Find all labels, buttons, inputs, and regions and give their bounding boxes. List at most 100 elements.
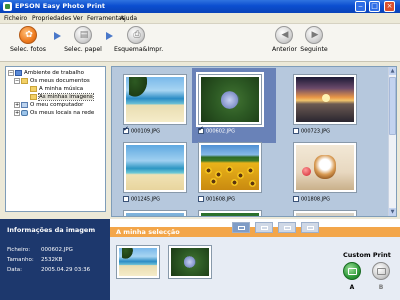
thumbnail-item[interactable]: 001808.JPG <box>293 142 373 210</box>
folder-icon <box>30 93 37 100</box>
custom-print-a-button[interactable] <box>343 262 361 280</box>
menu-ver[interactable]: Ver <box>73 15 83 22</box>
info-label: Ficheiro: <box>7 247 31 253</box>
view-list-icon[interactable] <box>255 222 273 233</box>
scroll-up-icon[interactable]: ▲ <box>389 67 396 75</box>
photo-partial <box>296 213 354 216</box>
close-button[interactable]: × <box>384 1 395 12</box>
thumbnail-frame[interactable] <box>293 142 357 193</box>
menu-ajuda[interactable]: Ajuda <box>120 15 137 22</box>
thumbnail-item[interactable] <box>123 210 203 216</box>
thumbnail-caption: 001808.JPG <box>293 196 330 204</box>
tree-item-desktop[interactable]: − Ambiente de trabalho <box>8 69 84 77</box>
selected-photos-area[interactable] <box>110 237 335 300</box>
collapse-icon[interactable]: − <box>14 77 20 84</box>
minimize-button[interactable]: ‒ <box>355 1 366 12</box>
tree-item-label: As minhas imagens <box>38 93 94 101</box>
custom-print-b-button[interactable] <box>372 262 390 280</box>
tree-item-label: Os meus locais na rede <box>30 110 95 116</box>
menu-propriedades[interactable]: Propriedades <box>32 15 71 22</box>
info-row-file: Ficheiro: 000602.JPG <box>7 247 73 253</box>
thumbnail-grid[interactable]: 000109.JPG 000602.JPG 000723.JPG 001245.… <box>111 66 397 217</box>
printer-icon <box>348 268 357 275</box>
thumbnail-frame[interactable] <box>293 74 357 125</box>
window-title: EPSON Easy Photo Print <box>15 2 106 10</box>
custom-print-a-label: A <box>349 284 355 291</box>
info-value: 2005.04.29 03:36 <box>41 267 91 273</box>
tree-item-my-computer[interactable]: + O meu computador <box>14 101 83 109</box>
thumbnail-item[interactable]: 001245.JPG <box>123 142 203 210</box>
vertical-scrollbar[interactable]: ▲ ▼ <box>388 67 396 216</box>
view-filmstrip-icon[interactable] <box>278 222 296 233</box>
thumbnail-item[interactable]: 000109.JPG <box>123 74 203 142</box>
thumbnail-item[interactable] <box>198 210 278 216</box>
thumbnail-frame[interactable] <box>198 142 262 193</box>
step-layout-print-label: Esquema&Impr. <box>114 46 164 53</box>
view-zoom-icon[interactable] <box>301 222 319 233</box>
thumbnail-frame[interactable] <box>123 74 187 125</box>
checkbox[interactable] <box>293 196 299 202</box>
collapse-icon[interactable]: − <box>8 69 14 76</box>
tree-item-label: Ambiente de trabalho <box>24 70 84 76</box>
expand-icon[interactable]: + <box>14 109 20 116</box>
tree-item-label: A minha música <box>39 86 84 92</box>
thumbnail-frame[interactable] <box>198 210 262 216</box>
thumbnail-caption: 001608.JPG <box>198 196 235 204</box>
thumbnail-frame[interactable] <box>293 210 357 216</box>
thumbnail-filename: 000109.JPG <box>131 128 161 135</box>
tree-item-label: Os meus documentos <box>30 78 90 84</box>
desktop-icon <box>15 69 22 76</box>
info-value: 2532KB <box>41 257 63 263</box>
thumbnail-item[interactable] <box>293 210 373 216</box>
previous-label: Anterior <box>272 46 297 53</box>
folder-icon <box>30 85 37 92</box>
photo-dog <box>296 145 354 190</box>
info-value: 000602.JPG <box>41 247 73 253</box>
step-select-photos-button[interactable]: ✿ Selec. fotos <box>8 26 48 53</box>
selected-photo-item[interactable] <box>168 245 212 279</box>
scroll-thumb[interactable] <box>389 77 396 135</box>
image-info-title: Informações da imagem <box>7 226 96 234</box>
tree-item-my-pictures[interactable]: As minhas imagens <box>30 93 94 101</box>
custom-print-title: Custom Print <box>343 251 391 259</box>
photo-sunset <box>296 77 354 122</box>
previous-button[interactable]: ◀ Anterior <box>272 26 297 53</box>
custom-print-panel: Custom Print A B <box>335 237 400 300</box>
thumbnail-filename: 000723.JPG <box>301 128 331 135</box>
menu-bar: Ficheiro Propriedades Ver Ferramentas Aj… <box>0 13 400 24</box>
menu-ficheiro[interactable]: Ficheiro <box>4 15 27 22</box>
thumbnail-item-selected[interactable]: 000602.JPG <box>192 68 278 143</box>
tree-item-my-documents[interactable]: − Os meus documentos <box>14 77 90 85</box>
checkbox[interactable] <box>123 196 129 202</box>
my-selection-panel: A minha selecção Custom Print A B <box>110 219 400 300</box>
thumbnail-item[interactable]: 000723.JPG <box>293 74 373 142</box>
title-bar[interactable]: EPSON Easy Photo Print ‒ □ × <box>0 0 400 13</box>
step-select-paper-button[interactable]: ▤ Selec. papel <box>64 26 102 53</box>
print-icon: ⎙ <box>127 26 145 44</box>
thumbnail-frame[interactable] <box>196 72 264 127</box>
tree-item-my-music[interactable]: A minha música <box>30 85 83 93</box>
maximize-button[interactable]: □ <box>369 1 380 12</box>
app-window: EPSON Easy Photo Print ‒ □ × Ficheiro Pr… <box>0 0 400 300</box>
step-layout-print-button[interactable]: ⎙ Esquema&Impr. <box>114 26 164 53</box>
selected-photo-item[interactable] <box>116 245 160 279</box>
arrow-left-icon: ◀ <box>275 26 293 44</box>
checkbox[interactable] <box>198 196 204 202</box>
expand-icon[interactable]: + <box>14 101 20 108</box>
photo-partial <box>126 213 184 216</box>
photo-flower <box>201 77 259 122</box>
thumbnail-item[interactable]: 001608.JPG <box>198 142 278 210</box>
scroll-down-icon[interactable]: ▼ <box>389 208 396 216</box>
thumbnail-frame[interactable] <box>123 210 187 216</box>
checkbox[interactable] <box>123 126 129 134</box>
next-button[interactable]: ▶ Seguinte <box>300 26 328 53</box>
thumbnail-filename: 000602.JPG <box>206 128 236 135</box>
tree-item-network-places[interactable]: + Os meus locais na rede <box>14 109 94 117</box>
photo-island <box>126 145 184 190</box>
toolbar: ✿ Selec. fotos ▤ Selec. papel ⎙ Esquema&… <box>0 24 400 62</box>
view-single-icon[interactable] <box>232 222 250 233</box>
folder-tree[interactable]: − Ambiente de trabalho − Os meus documento… <box>5 66 106 212</box>
thumbnail-frame[interactable] <box>123 142 187 193</box>
checkbox[interactable] <box>293 128 299 134</box>
checkbox[interactable] <box>198 126 204 134</box>
